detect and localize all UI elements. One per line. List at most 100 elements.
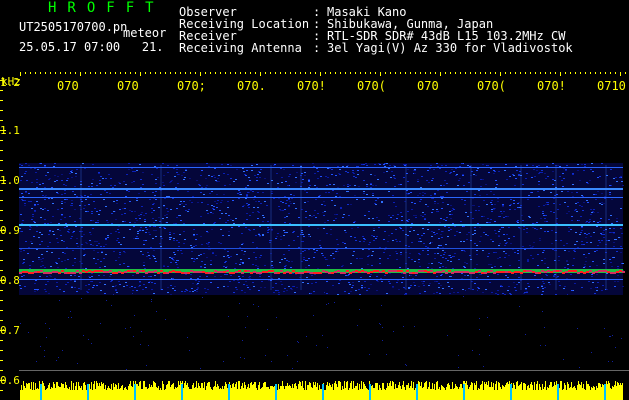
noise-speck [542, 213, 544, 214]
noise-speck [309, 215, 311, 216]
noise-speck [438, 229, 440, 230]
noise-speck [308, 187, 310, 188]
noise-speck [360, 277, 362, 278]
noise-speck [583, 267, 585, 268]
level-bar [500, 387, 501, 400]
noise-speck [388, 235, 390, 236]
noise-speck [619, 177, 621, 178]
noise-speck [591, 274, 593, 275]
noise-speck [461, 250, 463, 251]
noise-speck [513, 236, 515, 237]
level-bar [337, 387, 338, 400]
level-bar [406, 385, 407, 400]
noise-speck [206, 231, 208, 232]
level-bar [532, 385, 533, 400]
noise-speck [493, 173, 495, 174]
noise-speck [429, 168, 431, 169]
level-bar [597, 388, 598, 400]
noise-speck [229, 281, 231, 282]
level-bar [512, 388, 513, 400]
level-bar [124, 388, 125, 400]
noise-speck [422, 195, 424, 196]
noise-speck [189, 291, 191, 292]
noise-speck [45, 323, 46, 324]
noise-speck [100, 176, 102, 177]
noise-speck [66, 247, 68, 248]
level-bar [208, 382, 209, 400]
noise-speck [482, 164, 484, 165]
level-bar [418, 381, 419, 400]
noise-speck [366, 290, 368, 291]
noise-speck [571, 216, 573, 217]
noise-speck [222, 235, 224, 236]
noise-speck [163, 205, 165, 206]
noise-speck [577, 202, 579, 203]
noise-speck [144, 221, 146, 222]
noise-speck [315, 282, 317, 283]
level-bar [389, 383, 390, 400]
noise-speck [476, 254, 478, 255]
noise-speck [45, 195, 47, 196]
level-bar [27, 384, 28, 400]
noise-speck [437, 190, 439, 191]
noise-speck [422, 228, 424, 229]
level-bar [338, 381, 339, 400]
level-bar [288, 386, 289, 400]
level-bar [534, 382, 535, 400]
noise-speck [24, 286, 26, 287]
x-tick [575, 72, 576, 74]
level-bar [349, 388, 350, 400]
level-bar [564, 383, 565, 400]
echo-core [559, 270, 562, 272]
echo-core [76, 270, 79, 272]
noise-speck [49, 242, 51, 243]
y-minor-tick [0, 100, 3, 101]
noise-speck [297, 361, 298, 362]
level-bar [375, 383, 376, 400]
level-bar [326, 385, 327, 400]
noise-speck [50, 266, 52, 267]
noise-speck [132, 290, 134, 291]
level-bar [599, 383, 600, 400]
noise-speck [44, 223, 46, 224]
echo-core [121, 272, 124, 274]
noise-speck [166, 217, 168, 218]
noise-speck [264, 265, 266, 266]
noise-speck [49, 178, 51, 179]
noise-speck [414, 261, 416, 262]
echo-core [307, 271, 310, 273]
echo-core [283, 272, 286, 274]
noise-speck [553, 198, 555, 199]
noise-speck [92, 220, 94, 221]
noise-speck [424, 193, 426, 194]
x-tick [320, 72, 321, 76]
level-bar [582, 388, 583, 400]
noise-speck [485, 289, 487, 290]
noise-speck [244, 251, 246, 252]
noise-speck [61, 180, 63, 181]
level-bar [143, 381, 144, 400]
noise-speck [428, 285, 430, 286]
echo-core [184, 272, 187, 274]
x-tick [415, 72, 416, 74]
echo-core [613, 272, 616, 274]
noise-speck [154, 195, 156, 196]
echo-core [112, 272, 115, 274]
level-bar [153, 381, 154, 400]
noise-speck [375, 200, 377, 201]
noise-speck [321, 204, 323, 205]
noise-speck [478, 206, 480, 207]
noise-speck [542, 252, 544, 253]
noise-speck [382, 327, 383, 328]
noise-speck [480, 186, 482, 187]
noise-speck [61, 194, 63, 195]
noise-speck [563, 245, 565, 246]
level-bar [122, 385, 123, 400]
noise-speck [264, 287, 266, 288]
noise-speck [405, 294, 407, 295]
noise-speck [240, 262, 242, 263]
level-bar [612, 386, 613, 400]
x-tick [505, 72, 506, 74]
noise-speck [210, 260, 212, 261]
noise-speck [485, 184, 487, 185]
